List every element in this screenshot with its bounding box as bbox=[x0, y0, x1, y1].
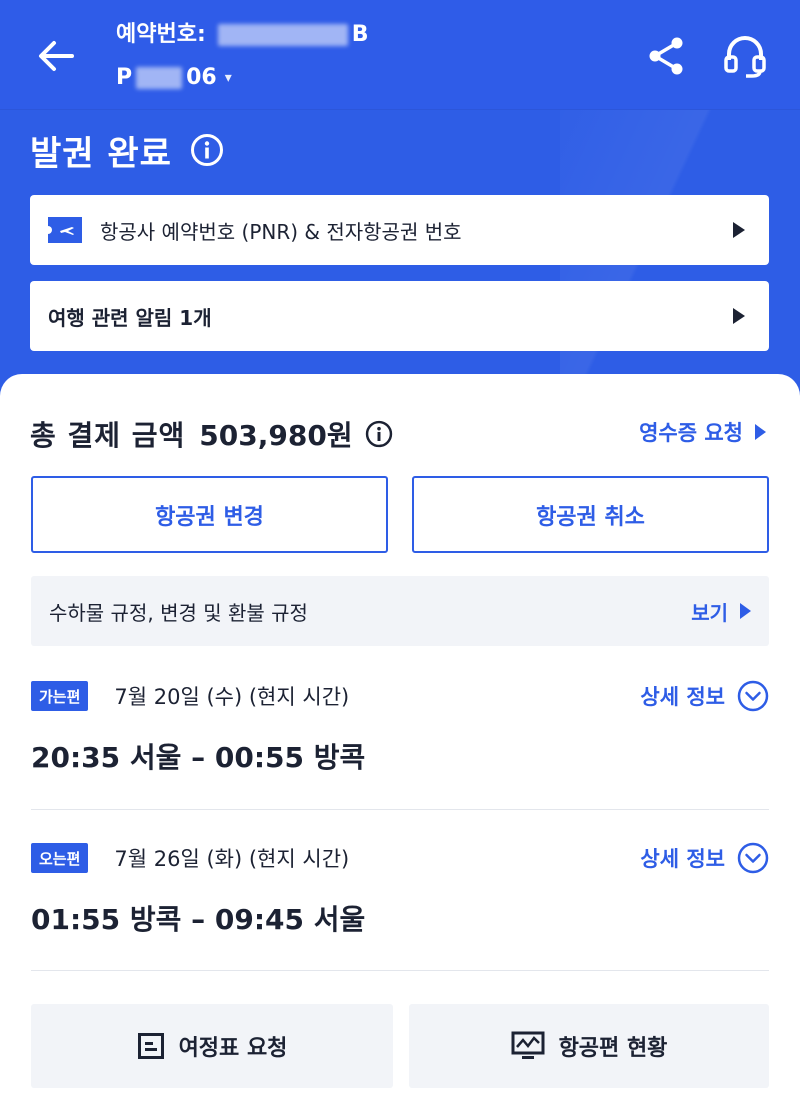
fare-rules-box: 수하물 규정, 변경 및 환불 규정 보기 bbox=[31, 576, 769, 646]
pnr-card-label: 항공사 예약번호 (PNR) & 전자항공권 번호 bbox=[100, 219, 462, 244]
fare-rules-text: 수하물 규정, 변경 및 환불 규정 bbox=[49, 600, 308, 625]
top-app-bar: 예약번호: B P 06 ▾ bbox=[0, 0, 800, 110]
itinerary-icon bbox=[137, 1033, 164, 1059]
share-button[interactable] bbox=[645, 34, 689, 78]
chevron-right-icon bbox=[733, 308, 745, 324]
outbound-details-toggle[interactable]: 상세 정보 bbox=[640, 680, 769, 712]
flight-status-monitor-icon bbox=[511, 1031, 545, 1059]
share-icon bbox=[649, 37, 683, 75]
ticket-icon bbox=[48, 217, 82, 243]
customer-support-button[interactable] bbox=[722, 34, 768, 78]
total-payment-label: 총 결제 금액 bbox=[30, 419, 186, 452]
details-label: 상세 정보 bbox=[640, 685, 725, 709]
booking-info: 예약번호: B P 06 ▾ bbox=[116, 18, 369, 95]
divider bbox=[31, 970, 769, 971]
change-ticket-button[interactable]: 항공권 변경 bbox=[31, 476, 388, 553]
chevron-down-circle-icon bbox=[737, 842, 769, 874]
status-title-text: 발권 완료 bbox=[30, 133, 172, 174]
outbound-badge: 가는편 bbox=[31, 681, 89, 711]
pnr-row[interactable]: P 06 ▾ bbox=[116, 61, 369, 95]
itinerary-button-label: 여정표 요청 bbox=[178, 1036, 288, 1061]
divider bbox=[31, 809, 769, 810]
chevron-right-icon bbox=[755, 424, 766, 440]
booking-number-suffix: B bbox=[351, 22, 369, 47]
return-flight: 오는편 7월 26일 (화) (현지 시간) 상세 정보 01:55 방콕 – … bbox=[31, 838, 769, 940]
leg-header: 가는편 7월 20일 (수) (현지 시간) 상세 정보 bbox=[31, 676, 769, 716]
view-rules-link[interactable]: 보기 bbox=[691, 597, 751, 626]
chevron-down-circle-icon bbox=[737, 680, 769, 712]
leg-date: 7월 20일 (수) (현지 시간) bbox=[114, 685, 350, 709]
pnr-prefix: P bbox=[116, 65, 133, 90]
request-itinerary-button[interactable]: 여정표 요청 bbox=[31, 1004, 393, 1088]
headset-icon bbox=[724, 36, 766, 78]
request-receipt-link[interactable]: 영수증 요청 bbox=[639, 414, 766, 450]
outbound-flight: 가는편 7월 20일 (수) (현지 시간) 상세 정보 20:35 서울 – … bbox=[31, 676, 769, 778]
leg-route: 20:35 서울 – 00:55 방콕 bbox=[31, 741, 366, 774]
ticketing-status-title: 발권 완료 bbox=[30, 124, 224, 176]
chevron-right-icon bbox=[740, 603, 751, 619]
booking-number-row: 예약번호: B bbox=[116, 18, 369, 52]
chevron-right-icon bbox=[733, 222, 745, 238]
alerts-card-label: 여행 관련 알림 1개 bbox=[48, 305, 212, 330]
pnr-suffix: 06 bbox=[186, 65, 217, 90]
pnr-ticket-number-card[interactable]: 항공사 예약번호 (PNR) & 전자항공권 번호 bbox=[30, 195, 769, 265]
total-payment-row: 총 결제 금액 503,980원 bbox=[30, 410, 393, 458]
booking-number-label: 예약번호: bbox=[116, 22, 206, 47]
return-details-toggle[interactable]: 상세 정보 bbox=[640, 842, 769, 874]
info-icon[interactable] bbox=[365, 420, 393, 448]
leg-header: 오는편 7월 26일 (화) (현지 시간) 상세 정보 bbox=[31, 838, 769, 878]
view-rules-label: 보기 bbox=[691, 600, 728, 625]
redacted-booking-number bbox=[217, 24, 348, 46]
travel-alerts-card[interactable]: 여행 관련 알림 1개 bbox=[30, 281, 769, 351]
back-arrow-icon bbox=[39, 41, 74, 71]
flight-status-button-label: 항공편 현황 bbox=[558, 1036, 668, 1061]
info-icon[interactable] bbox=[190, 133, 224, 167]
details-label: 상세 정보 bbox=[640, 847, 725, 871]
receipt-link-label: 영수증 요청 bbox=[639, 421, 743, 445]
cancel-ticket-button[interactable]: 항공권 취소 bbox=[412, 476, 769, 553]
back-button[interactable] bbox=[30, 30, 82, 82]
leg-route: 01:55 방콕 – 09:45 서울 bbox=[31, 903, 366, 936]
flight-status-button[interactable]: 항공편 현황 bbox=[409, 1004, 769, 1088]
leg-date: 7월 26일 (화) (현지 시간) bbox=[114, 847, 350, 871]
return-badge: 오는편 bbox=[31, 843, 89, 873]
redacted-pnr bbox=[136, 67, 183, 89]
total-payment-amount: 503,980원 bbox=[199, 419, 353, 452]
copy-caret-icon: ▾ bbox=[224, 70, 232, 86]
